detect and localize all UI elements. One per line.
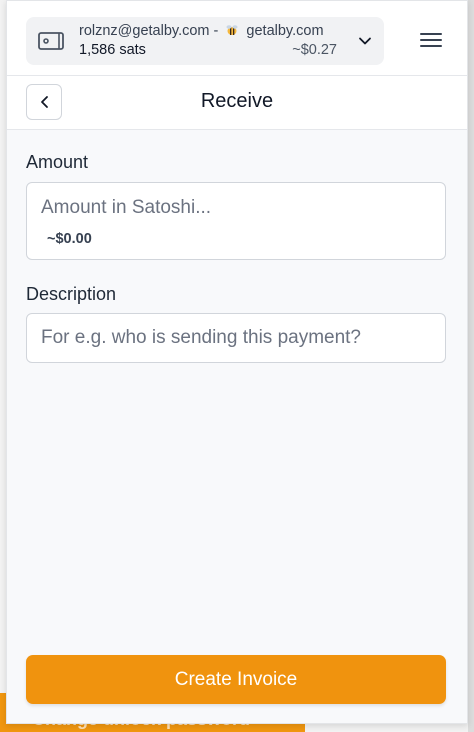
create-invoice-button[interactable]: Create Invoice [26,655,446,704]
extension-popup: rolznz@getalby.com - getalby.com 1,586 s… [6,0,468,724]
description-input[interactable] [26,313,446,363]
account-email: rolznz@getalby.com - [79,23,219,39]
account-name: rolznz@getalby.com - getalby.com [79,23,324,39]
amount-input[interactable] [41,195,431,221]
account-balance-fiat: ~$0.27 [292,42,337,58]
account-balance-sats: 1,586 sats [79,42,146,58]
bee-icon [226,25,238,35]
amount-label: Amount [26,152,89,172]
account-switcher[interactable]: rolznz@getalby.com - getalby.com 1,586 s… [26,17,384,65]
chevron-down-icon [359,37,371,45]
wallet-icon [38,32,64,50]
hamburger-menu-icon[interactable] [419,31,443,49]
account-domain: getalby.com [246,23,324,39]
description-label: Description [26,284,117,304]
background-edge [468,0,474,732]
page-header: Receive [7,76,467,130]
amount-field: ~$0.00 [26,182,446,260]
page-title: Receive [200,90,274,112]
top-bar: rolznz@getalby.com - getalby.com 1,586 s… [7,1,467,76]
amount-fiat-value: ~$0.00 [47,231,92,247]
